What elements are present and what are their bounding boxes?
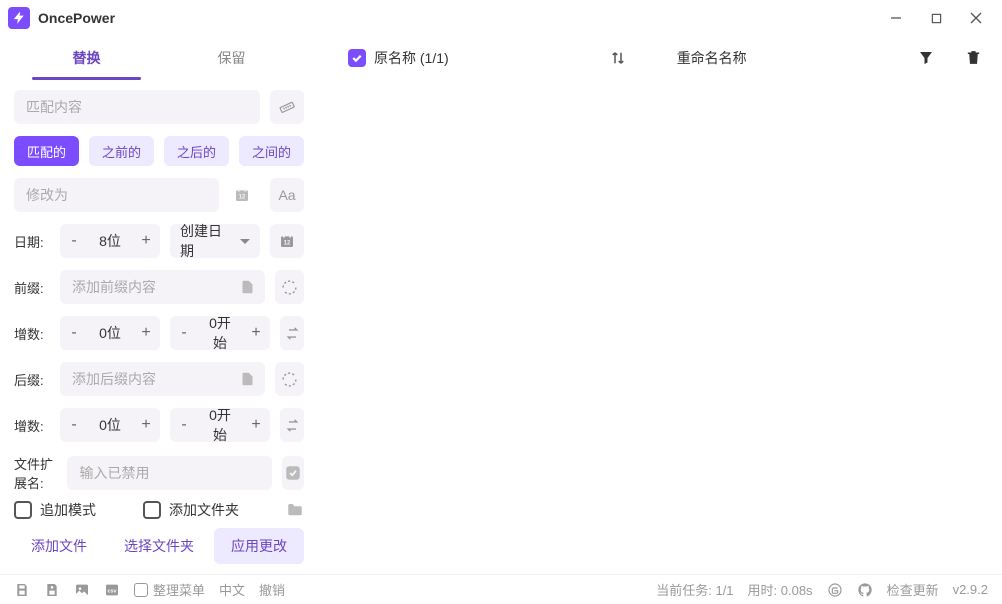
- match-input[interactable]: [14, 90, 260, 124]
- chip-between[interactable]: 之间的: [239, 136, 304, 166]
- chip-after[interactable]: 之后的: [164, 136, 229, 166]
- step-minus[interactable]: -: [60, 224, 88, 258]
- date-type-select[interactable]: 创建日期: [170, 224, 260, 258]
- filter-icon[interactable]: [917, 49, 935, 67]
- apply-button[interactable]: 应用更改: [214, 528, 304, 564]
- save-icon[interactable]: [14, 582, 30, 598]
- gitee-icon[interactable]: [827, 582, 843, 598]
- ext-label: 文件扩展名:: [14, 454, 57, 492]
- cycle-suffix-icon[interactable]: [275, 362, 304, 396]
- window-maximize-button[interactable]: [918, 4, 954, 32]
- step-minus[interactable]: -: [170, 408, 198, 442]
- step-plus[interactable]: +: [242, 316, 270, 350]
- chevron-down-icon: [240, 239, 250, 244]
- step-plus[interactable]: +: [242, 408, 270, 442]
- image-icon[interactable]: [74, 582, 90, 598]
- select-all-check[interactable]: 原名称 (1/1): [348, 48, 449, 68]
- github-icon[interactable]: [857, 582, 873, 598]
- swap-inc2-icon[interactable]: [280, 408, 304, 442]
- sort-icon[interactable]: [609, 49, 627, 67]
- ext-input: [67, 456, 272, 490]
- window-close-button[interactable]: [958, 4, 994, 32]
- step-plus[interactable]: +: [132, 316, 160, 350]
- undo-button[interactable]: 撤销: [259, 580, 285, 599]
- suffix-label: 后缀:: [14, 370, 50, 389]
- chip-match[interactable]: 匹配的: [14, 136, 79, 166]
- append-mode-check[interactable]: 追加模式: [14, 500, 96, 520]
- inc1-digits-stepper: - 0位 +: [60, 316, 160, 350]
- checkbox-icon: [143, 501, 161, 519]
- date-label: 日期:: [14, 232, 50, 251]
- task-status: 当前任务: 1/1: [656, 580, 733, 599]
- calendar-icon[interactable]: 12: [234, 187, 250, 203]
- svg-text:csv: csv: [108, 588, 117, 594]
- statusbar: csv 整理菜单 中文 撤销 当前任务: 1/1 用时: 0.08s 检查更新 …: [0, 574, 1002, 604]
- new-name-label: 重命名名称: [677, 48, 897, 68]
- cycle-prefix-icon[interactable]: [275, 270, 304, 304]
- step-plus[interactable]: +: [132, 224, 160, 258]
- checkbox-icon: [14, 501, 32, 519]
- version-label: v2.9.2: [953, 582, 988, 597]
- checkbox-icon: [134, 583, 148, 597]
- inc1-label: 增数:: [14, 324, 50, 343]
- csv-icon[interactable]: csv: [104, 582, 120, 598]
- step-plus[interactable]: +: [132, 408, 160, 442]
- choose-folder-button[interactable]: 选择文件夹: [114, 528, 204, 564]
- tab-keep[interactable]: 保留: [159, 36, 304, 80]
- file-icon[interactable]: [240, 280, 255, 295]
- check-update-button[interactable]: 检查更新: [887, 580, 939, 599]
- content-area: 原名称 (1/1) 重命名名称: [318, 36, 1002, 574]
- lang-toggle[interactable]: 中文: [219, 580, 245, 599]
- chip-before[interactable]: 之前的: [89, 136, 154, 166]
- prefix-input[interactable]: [60, 270, 265, 304]
- app-title: OncePower: [38, 10, 115, 26]
- organize-menu-check[interactable]: 整理菜单: [134, 580, 205, 599]
- ext-toggle-icon[interactable]: [282, 456, 304, 490]
- date-digits-stepper: - 8位 +: [60, 224, 160, 258]
- add-file-button[interactable]: 添加文件: [14, 528, 104, 564]
- save-log-icon[interactable]: [44, 582, 60, 598]
- case-icon[interactable]: Aa: [270, 178, 304, 212]
- time-status: 用时: 0.08s: [748, 580, 813, 599]
- step-minus[interactable]: -: [60, 408, 88, 442]
- inc2-digits-stepper: - 0位 +: [60, 408, 160, 442]
- sidebar: 替换 保留 匹配的 之前的 之后的 之间的: [0, 36, 318, 574]
- step-minus[interactable]: -: [60, 316, 88, 350]
- svg-text:12: 12: [284, 240, 291, 246]
- suffix-input[interactable]: [60, 362, 265, 396]
- tab-replace[interactable]: 替换: [14, 36, 159, 80]
- swap-inc1-icon[interactable]: [280, 316, 304, 350]
- ruler-icon[interactable]: [270, 90, 304, 124]
- window-minimize-button[interactable]: [878, 4, 914, 32]
- step-minus[interactable]: -: [170, 316, 198, 350]
- modify-input[interactable]: [14, 178, 219, 212]
- inc2-start-stepper: - 0开始 +: [170, 408, 270, 442]
- inc1-start-stepper: - 0开始 +: [170, 316, 270, 350]
- app-logo: [8, 7, 30, 29]
- svg-text:12: 12: [239, 194, 246, 200]
- date-icon-btn[interactable]: 12: [270, 224, 304, 258]
- file-icon[interactable]: [240, 372, 255, 387]
- add-folder-check[interactable]: 添加文件夹: [143, 500, 239, 520]
- original-name-label: 原名称 (1/1): [374, 48, 449, 68]
- checkbox-checked-icon: [348, 49, 366, 67]
- titlebar: OncePower: [0, 0, 1002, 36]
- folder-icon[interactable]: [286, 501, 304, 519]
- trash-icon[interactable]: [965, 49, 982, 67]
- prefix-label: 前缀:: [14, 278, 50, 297]
- inc2-label: 增数:: [14, 416, 50, 435]
